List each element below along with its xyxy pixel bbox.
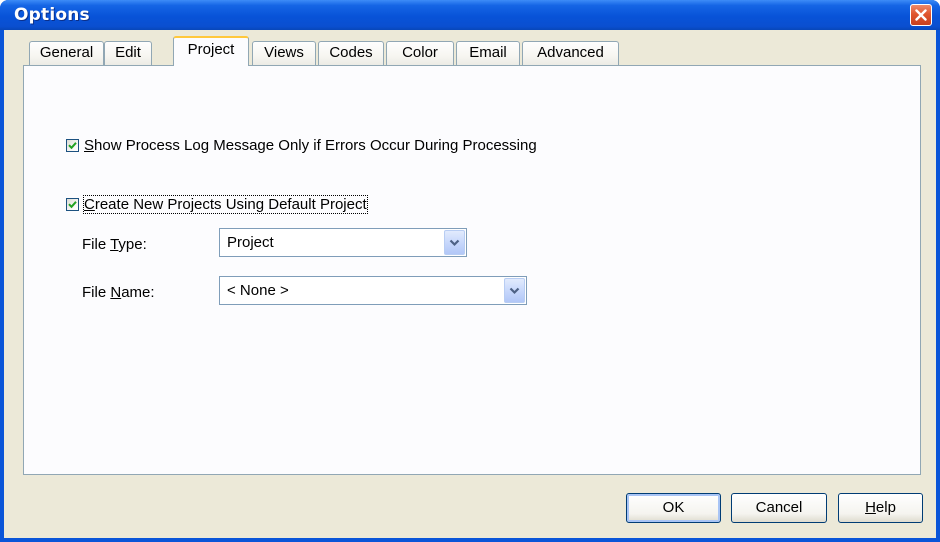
file-type-label-pre: File	[82, 236, 111, 253]
create-new-option[interactable]: Create New Projects Using Default Projec…	[66, 195, 368, 214]
file-name-label: File Name:	[82, 284, 155, 301]
file-type-label-post: ype:	[118, 236, 147, 253]
ok-button[interactable]: OK	[626, 493, 721, 523]
help-button[interactable]: Help	[838, 493, 923, 523]
tab-advanced[interactable]: Advanced	[522, 41, 619, 65]
close-button[interactable]	[910, 4, 932, 26]
file-type-label: File Type:	[82, 236, 147, 253]
cancel-button[interactable]: Cancel	[731, 493, 827, 523]
file-name-value: < None >	[227, 282, 289, 299]
tab-email[interactable]: Email	[456, 41, 520, 65]
title-bar[interactable]: Options	[0, 0, 940, 30]
create-new-label-text: reate New Projects Using Default Project	[94, 196, 367, 213]
window-title: Options	[14, 5, 90, 25]
file-name-label-post: ame:	[121, 284, 155, 301]
show-log-checkbox[interactable]	[66, 139, 79, 152]
tab-project[interactable]: Project	[173, 36, 249, 66]
file-name-label-pre: File	[82, 284, 111, 301]
file-name-mnemonic: N	[110, 284, 122, 301]
chevron-down-icon	[449, 239, 460, 247]
show-log-label-text: how Process Log Message Only if Errors O…	[94, 137, 537, 154]
close-x-icon	[915, 9, 927, 21]
tab-views[interactable]: Views	[252, 41, 316, 65]
create-new-label: Create New Projects Using Default Projec…	[83, 195, 368, 214]
show-log-option[interactable]: Show Process Log Message Only if Errors …	[66, 137, 537, 154]
file-name-select[interactable]: < None >	[219, 276, 527, 305]
options-dialog: Options General Edit Project Views Codes…	[0, 0, 940, 542]
tab-general[interactable]: General	[29, 41, 104, 65]
tab-codes[interactable]: Codes	[318, 41, 384, 65]
file-type-select[interactable]: Project	[219, 228, 467, 257]
help-mnemonic: H	[865, 499, 876, 516]
file-name-dropdown-button[interactable]	[504, 278, 525, 303]
file-type-value: Project	[227, 234, 274, 251]
checkmark-icon	[68, 201, 77, 209]
create-new-checkbox[interactable]	[66, 198, 79, 211]
file-type-dropdown-button[interactable]	[444, 230, 465, 255]
chevron-down-icon	[509, 287, 520, 295]
create-new-mnemonic: C	[84, 196, 95, 213]
help-label-text: elp	[875, 499, 896, 516]
show-log-mnemonic: S	[84, 137, 95, 154]
tab-color[interactable]: Color	[386, 41, 454, 65]
show-log-label: Show Process Log Message Only if Errors …	[84, 137, 537, 154]
project-tab-panel: Show Process Log Message Only if Errors …	[23, 65, 921, 475]
tab-edit[interactable]: Edit	[104, 41, 152, 65]
checkmark-icon	[68, 142, 77, 150]
